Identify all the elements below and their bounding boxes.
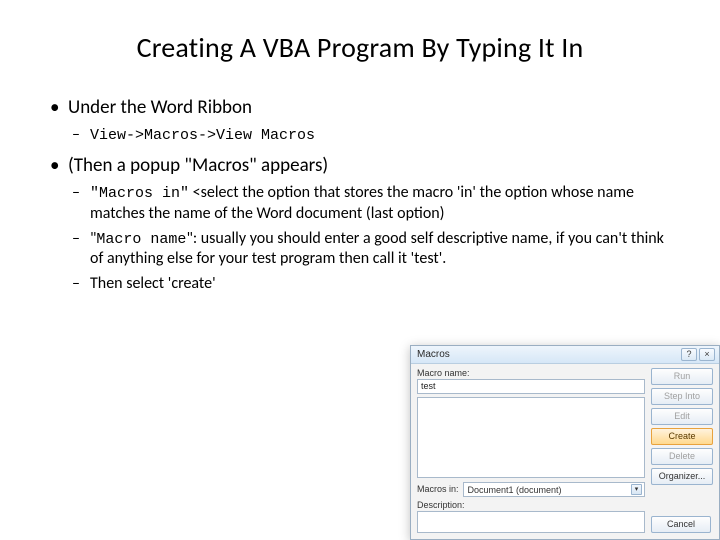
description-box[interactable] [417,511,645,533]
bullet-list: Under the Word Ribbon View->Macros->View… [50,95,670,295]
organizer-button[interactable]: Organizer... [651,468,713,485]
bullet-1-sub-1-text: View->Macros->View Macros [90,127,315,144]
delete-button[interactable]: Delete [651,448,713,465]
create-button[interactable]: Create [651,428,713,445]
bullet-2-sub-2: "Macro name": usually you should enter a… [68,229,670,271]
macros-in-value: Document1 (document) [468,485,562,495]
help-button[interactable]: ? [681,348,697,361]
cancel-button[interactable]: Cancel [651,516,711,533]
dialog-titlebar: Macros ? × [411,346,719,364]
bullet-1: Under the Word Ribbon View->Macros->View… [50,95,670,145]
dialog-title: Macros [417,349,450,360]
bullet-2-sub-3: Then select 'create' [68,274,670,295]
macros-dialog: Macros ? × Macro name: test Macros in: D… [410,345,720,540]
macros-in-label: Macros in: [417,484,459,494]
bullet-2-sub-2-code: Macro name [96,231,186,248]
slide-title: Creating A VBA Program By Typing It In [50,30,670,65]
bullet-1-text: Under the Word Ribbon [68,96,252,119]
bullet-1-sub-1: View->Macros->View Macros [68,125,670,146]
description-label: Description: [417,500,645,510]
macro-listbox[interactable] [417,397,645,478]
bullet-2-sub-1-code: "Macros in" [90,185,189,202]
chevron-down-icon: ▾ [631,484,642,495]
edit-button[interactable]: Edit [651,408,713,425]
macro-name-input[interactable]: test [417,379,645,394]
run-button[interactable]: Run [651,368,713,385]
bullet-2-sub-3-text: Then select 'create' [90,274,216,293]
bullet-2-sub-1: "Macros in" <select the option that stor… [68,183,670,225]
macros-in-combobox[interactable]: Document1 (document) ▾ [463,482,645,497]
close-button[interactable]: × [699,348,715,361]
macro-name-label: Macro name: [417,368,645,378]
step-into-button[interactable]: Step Into [651,388,713,405]
bullet-2: (Then a popup "Macros" appears) "Macros … [50,153,670,295]
bullet-2-text: (Then a popup "Macros" appears) [68,154,328,177]
